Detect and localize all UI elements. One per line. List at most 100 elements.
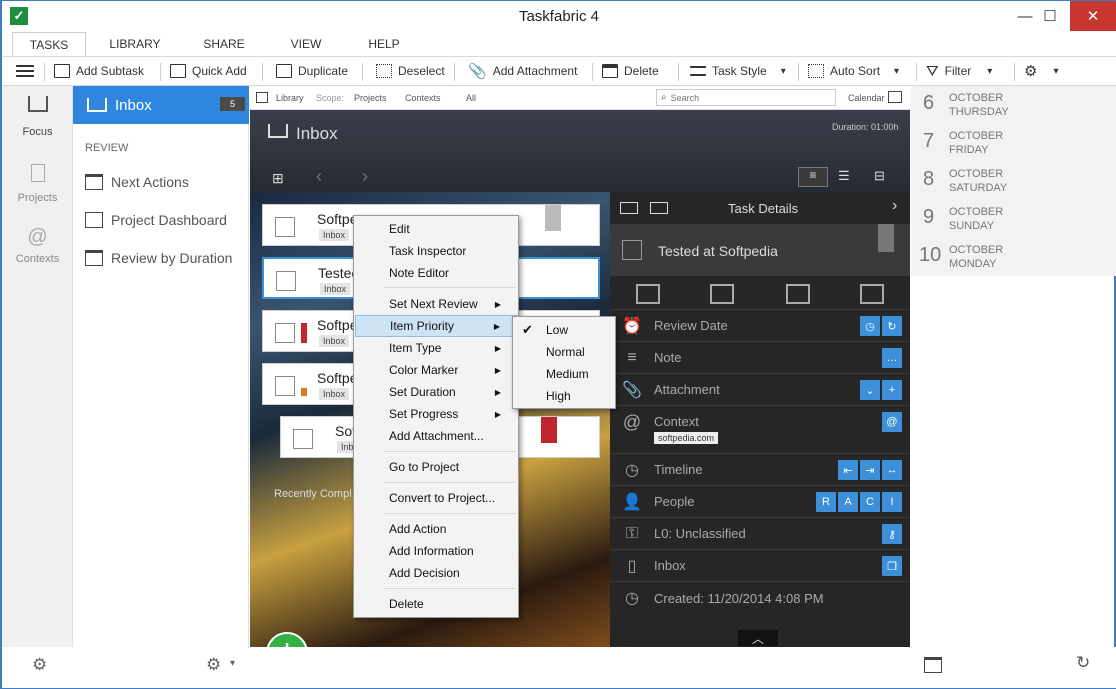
sidebar-item-inbox[interactable]: Inbox 5: [73, 86, 249, 124]
task-style-button[interactable]: Task Style ▾: [690, 57, 786, 85]
hierarchy-view-icon[interactable]: ⊟: [874, 168, 885, 184]
nav-focus[interactable]: Focus: [2, 96, 73, 144]
calendar-label[interactable]: Calendar: [848, 93, 885, 103]
menu-item-set-progress[interactable]: Set Progress ▶: [355, 403, 517, 425]
at-sign-icon[interactable]: @: [882, 412, 902, 432]
priority-normal[interactable]: Normal: [514, 341, 614, 363]
menu-item-add-action[interactable]: Add Action: [355, 518, 517, 540]
menu-item-convert-to-project[interactable]: Convert to Project...: [355, 487, 517, 509]
tab-share[interactable]: SHARE: [192, 32, 256, 56]
task-checkbox[interactable]: [276, 271, 296, 291]
classification-row[interactable]: ⚿ L0: Unclassified ⚷: [610, 518, 910, 550]
menu-item-add-attachment[interactable]: Add Attachment...: [355, 425, 517, 447]
sidebar-item-review-by-duration[interactable]: Review by Duration: [85, 248, 232, 268]
menu-item-color-marker[interactable]: Color Marker ▶: [355, 359, 517, 381]
menu-item-add-information[interactable]: Add Information: [355, 540, 517, 562]
task-checkbox[interactable]: [275, 323, 295, 343]
task-checkbox[interactable]: [275, 376, 295, 396]
menu-item-set-duration[interactable]: Set Duration ▶: [355, 381, 517, 403]
timeline-end-icon[interactable]: ⇥: [860, 460, 880, 480]
refresh-icon[interactable]: ↻: [882, 316, 902, 336]
calendar-day[interactable]: 6 OCTOBER THURSDAY: [911, 86, 1116, 124]
task-style-icon[interactable]: [860, 284, 884, 304]
task-checkbox[interactable]: [622, 240, 642, 260]
tab-tasks[interactable]: TASKS: [12, 32, 86, 56]
task-style-icon[interactable]: [636, 284, 660, 304]
chevron-down-icon[interactable]: ▾: [230, 658, 235, 669]
ellipsis-icon[interactable]: …: [882, 348, 902, 368]
search-field[interactable]: ⌕: [656, 89, 836, 106]
library-label[interactable]: Library: [276, 93, 304, 103]
search-input[interactable]: [670, 92, 821, 103]
grid-view-icon[interactable]: ⊞: [272, 170, 284, 187]
task-style-icon[interactable]: [786, 284, 810, 304]
calendar-panel-icon[interactable]: [888, 91, 902, 103]
recently-completed-label[interactable]: Recently Compl: [274, 488, 352, 500]
duplicate-button[interactable]: Duplicate: [276, 57, 348, 85]
plus-icon[interactable]: +: [882, 380, 902, 400]
scope-contexts[interactable]: Contexts: [405, 93, 441, 103]
filter-button[interactable]: ⛛ Filter ▾: [926, 57, 992, 85]
sidebar-item-project-dashboard[interactable]: Project Dashboard: [85, 210, 227, 230]
delete-button[interactable]: Delete: [602, 57, 659, 85]
menu-item-item-type[interactable]: Item Type ▶: [355, 337, 517, 359]
maximize-button[interactable]: ☐: [1027, 1, 1073, 31]
add-subtask-icon[interactable]: [620, 202, 638, 214]
review-date-row[interactable]: ⏰ Review Date ◷ ↻: [610, 310, 910, 342]
timeline-start-icon[interactable]: ⇤: [838, 460, 858, 480]
menu-item-delete[interactable]: Delete: [355, 593, 517, 615]
menu-item-task-inspector[interactable]: Task Inspector: [355, 240, 517, 262]
context-tag[interactable]: softpedia.com: [654, 432, 719, 444]
key-icon[interactable]: ⚷: [882, 524, 902, 544]
close-button[interactable]: ✕: [1070, 1, 1116, 31]
tab-help[interactable]: HELP: [356, 32, 412, 56]
chevron-right-icon[interactable]: ›: [362, 166, 368, 187]
calendar-day[interactable]: 7 OCTOBER FRIDAY: [911, 124, 1116, 162]
menu-item-set-next-review[interactable]: Set Next Review ▶: [355, 293, 517, 315]
collapse-up-button[interactable]: ︿: [738, 630, 778, 646]
sidebar-settings-icon[interactable]: ⚙: [206, 655, 221, 675]
add-subtask-button[interactable]: Add Subtask: [54, 57, 144, 85]
calendar-grid-icon[interactable]: [924, 657, 942, 673]
settings-gear-icon[interactable]: ⚙: [32, 655, 47, 675]
timeline-range-icon[interactable]: ↔: [882, 460, 902, 480]
raci-a-button[interactable]: A: [838, 492, 858, 512]
calendar-day[interactable]: 8 OCTOBER SATURDAY: [911, 162, 1116, 200]
list-view-icon[interactable]: ≡: [798, 167, 828, 187]
library-toggle-icon[interactable]: [256, 92, 268, 103]
menu-item-note-editor[interactable]: Note Editor: [355, 262, 517, 284]
chevron-left-icon[interactable]: ‹: [316, 166, 322, 187]
chevron-right-icon[interactable]: ›: [892, 197, 897, 215]
menu-button[interactable]: [16, 57, 34, 85]
menu-item-go-to-project[interactable]: Go to Project: [355, 456, 517, 478]
inbox-row[interactable]: ▯ Inbox ❐: [610, 550, 910, 582]
priority-low[interactable]: ✔ Low: [514, 319, 614, 341]
menu-item-add-decision[interactable]: Add Decision: [355, 562, 517, 584]
priority-high[interactable]: High: [514, 385, 614, 407]
nav-projects[interactable]: Projects: [2, 164, 73, 212]
task-checkbox[interactable]: [293, 429, 313, 449]
details-task-title[interactable]: Tested at Softpedia: [658, 243, 778, 259]
duplicate-icon[interactable]: [650, 202, 668, 214]
tree-view-icon[interactable]: ☰: [838, 168, 850, 184]
scope-projects[interactable]: Projects: [354, 93, 387, 103]
raci-i-button[interactable]: I: [882, 492, 902, 512]
add-attachment-button[interactable]: 📎 Add Attachment: [468, 57, 577, 85]
sidebar-item-next-actions[interactable]: Next Actions: [85, 172, 189, 192]
menu-item-item-priority[interactable]: Item Priority ▶: [355, 315, 517, 337]
calendar-day[interactable]: 10 OCTOBER MONDAY: [911, 238, 1116, 276]
context-row[interactable]: @ Context @ softpedia.com: [610, 406, 910, 454]
deselect-button[interactable]: Deselect: [376, 57, 445, 85]
tab-view[interactable]: VIEW: [278, 32, 334, 56]
menu-item-edit[interactable]: Edit: [355, 218, 517, 240]
people-row[interactable]: 👤 People R A C I: [610, 486, 910, 518]
calendar-day[interactable]: 9 OCTOBER SUNDAY: [911, 200, 1116, 238]
chevron-down-icon[interactable]: ⌄: [860, 380, 880, 400]
raci-r-button[interactable]: R: [816, 492, 836, 512]
copy-icon[interactable]: ❐: [882, 556, 902, 576]
scope-all[interactable]: All: [466, 93, 476, 103]
priority-medium[interactable]: Medium: [514, 363, 614, 385]
raci-c-button[interactable]: C: [860, 492, 880, 512]
attachment-row[interactable]: 📎 Attachment ⌄ +: [610, 374, 910, 406]
refresh-icon[interactable]: ↻: [1076, 653, 1090, 673]
